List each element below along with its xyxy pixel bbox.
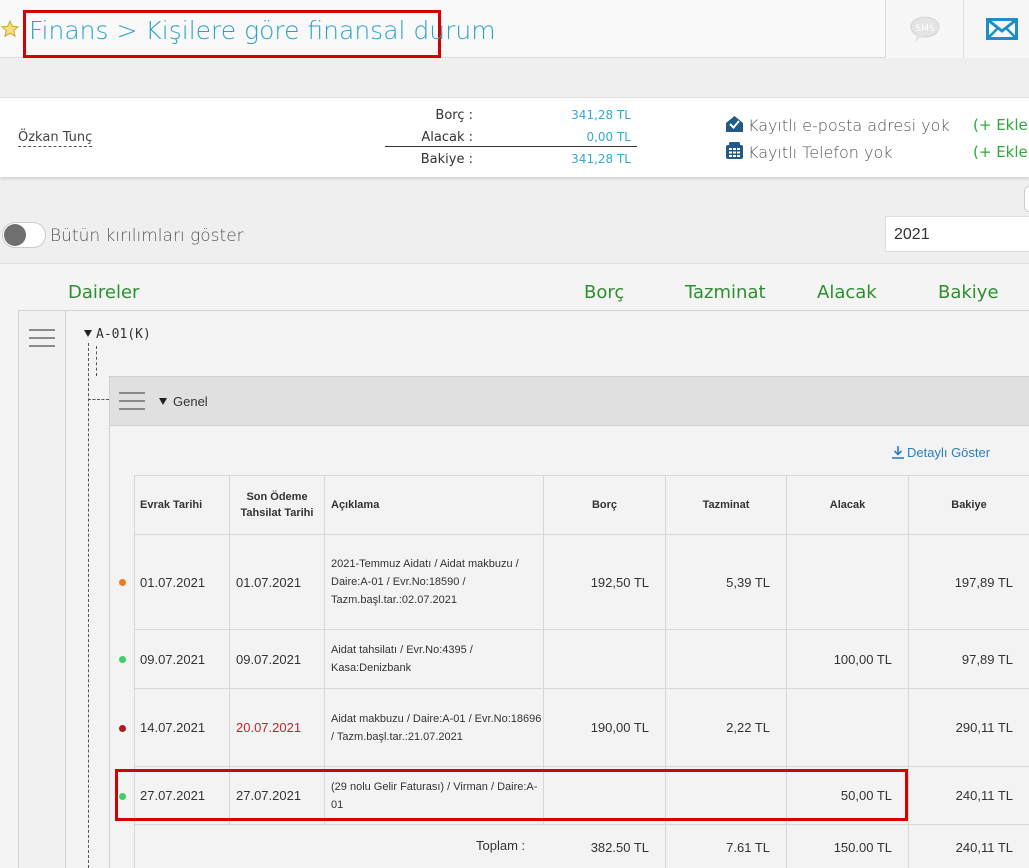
add-email-link[interactable]: (+ Ekle) — [973, 116, 1029, 134]
toggle-knob — [4, 224, 26, 246]
add-phone-link[interactable]: (+ Ekle) — [973, 143, 1029, 161]
show-all-breakdowns-toggle[interactable] — [2, 222, 46, 248]
row-3-penalty: 2,22 TL — [666, 689, 787, 767]
unit-name: A-01(K) — [96, 327, 151, 342]
sms-icon-text: SMS — [915, 24, 934, 34]
phone-status-text: Kayıtlı Telefon yok — [748, 143, 893, 162]
top-bar: Finans > Kişilere göre finansal durum SM… — [0, 0, 1029, 58]
row-1-last-date: 01.07.2021 — [230, 535, 325, 630]
mail-icon — [986, 18, 1018, 40]
envelope-check-icon — [726, 116, 743, 132]
tree-line — [88, 343, 89, 868]
row-3-balance: 290,11 TL — [909, 689, 1029, 767]
row-1-debt: 192,50 TL — [544, 535, 666, 630]
summary-balance-value: 341,28 TL — [571, 152, 631, 166]
unit-menu-icon[interactable] — [29, 329, 55, 347]
unit-toggle[interactable]: A-01(K) — [84, 327, 151, 342]
show-details-link[interactable]: Detaylı Göster — [892, 445, 990, 460]
summary-debt-value: 341,28 TL — [571, 108, 631, 122]
status-dot-2 — [119, 656, 126, 663]
row-2-debt — [544, 630, 666, 689]
group-toggle[interactable]: Genel — [159, 394, 208, 409]
status-dot-1 — [119, 579, 126, 586]
row-3-last-date: 20.07.2021 — [230, 689, 325, 767]
breadcrumb: Finans > Kişilere göre finansal durum — [23, 10, 496, 58]
summary-credit-label: Alacak : — [421, 130, 473, 145]
row-3-debt: 190,00 TL — [544, 689, 666, 767]
row-2-desc: Aidat tahsilatı / Evr.No:4395 / Kasa:Den… — [325, 630, 544, 689]
row-1-desc: 2021-Temmuz Aidatı / Aidat makbuzu / Dai… — [325, 535, 544, 630]
summary-credit-value: 0,00 TL — [586, 130, 631, 144]
column-credit: Alacak — [817, 282, 877, 303]
header-last-date-line2: Tahsilat Tarihi — [240, 507, 314, 519]
row-3-doc-date: 14.07.2021 — [134, 689, 230, 767]
header-penalty: Tazminat — [666, 476, 787, 535]
sms-button[interactable]: SMS — [885, 0, 963, 58]
totals-label: Toplam : — [476, 838, 526, 853]
row-2-credit: 100,00 TL — [787, 630, 909, 689]
column-debt: Borç — [584, 282, 625, 303]
email-status: Kayıtlı e-posta adresi yok — [725, 115, 950, 135]
group-header — [109, 376, 1029, 426]
unit-side-strip — [19, 311, 66, 868]
phone-status: Kayıtlı Telefon yok — [725, 142, 893, 162]
totals-penalty: 7.61 TL — [666, 825, 787, 868]
totals-credit: 150.00 TL — [787, 825, 909, 868]
summary-balance-row: Bakiye : 341,28 TL — [385, 149, 637, 171]
header-last-date-line1: Son Ödeme — [246, 491, 308, 503]
column-units: Daireler — [68, 282, 140, 303]
column-penalty: Tazminat — [685, 282, 766, 303]
download-icon — [892, 446, 904, 459]
row-4-balance: 240,11 TL — [909, 767, 1029, 825]
row-2-doc-date: 09.07.2021 — [134, 630, 230, 689]
highlighted-row-frame — [115, 769, 908, 821]
group-menu-icon[interactable] — [119, 392, 145, 410]
row-1-doc-date: 01.07.2021 — [134, 535, 230, 630]
group-name: Genel — [173, 394, 208, 409]
sms-icon: SMS — [910, 16, 940, 42]
header-last-date: Son Ödeme Tahsilat Tarihi — [230, 476, 325, 535]
summary-divider — [385, 146, 637, 147]
tree-branch — [88, 399, 109, 400]
summary-debt-row: Borç : 341,28 TL — [385, 105, 637, 127]
mail-button[interactable] — [963, 0, 1029, 58]
summary-debt-label: Borç : — [435, 108, 473, 123]
person-name[interactable]: Özkan Tunç — [18, 130, 93, 147]
row-1-penalty: 5,39 TL — [666, 535, 787, 630]
row-1-credit — [787, 535, 909, 630]
phone-icon — [726, 142, 743, 159]
caret-down-icon — [84, 330, 92, 337]
status-dot-3 — [119, 725, 126, 732]
year-select[interactable]: 2021 — [885, 216, 1029, 252]
summary-panel: Özkan Tunç Borç : 341,28 TL Alacak : 0,0… — [0, 97, 1029, 177]
header-credit: Alacak — [787, 476, 909, 535]
row-3-credit — [787, 689, 909, 767]
caret-down-icon — [159, 398, 167, 405]
tree-line-short — [96, 346, 97, 376]
row-2-balance: 97,89 TL — [909, 630, 1029, 689]
header-debt: Borç — [544, 476, 666, 535]
row-1-balance: 197,89 TL — [909, 535, 1029, 630]
totals-debt: 382.50 TL — [544, 825, 666, 868]
favorite-star-icon[interactable] — [0, 19, 20, 39]
header-desc: Açıklama — [325, 476, 544, 535]
row-2-last-date: 09.07.2021 — [230, 630, 325, 689]
column-balance: Bakiye — [938, 282, 999, 303]
row-2-penalty — [666, 630, 787, 689]
row-3-desc: Aidat makbuzu / Daire:A-01 / Evr.No:1869… — [325, 689, 544, 767]
show-all-breakdowns-label: Bütün kırılımları göster — [50, 226, 244, 246]
scroll-handle[interactable] — [1024, 186, 1029, 212]
totals-balance: 240,11 TL — [955, 840, 1013, 855]
header-balance: Bakiye — [909, 476, 1029, 535]
email-status-text: Kayıtlı e-posta adresi yok — [748, 116, 950, 135]
summary-balance-label: Bakiye : — [420, 152, 473, 167]
show-details-label: Detaylı Göster — [907, 445, 991, 460]
header-doc-date: Evrak Tarihi — [134, 476, 230, 535]
